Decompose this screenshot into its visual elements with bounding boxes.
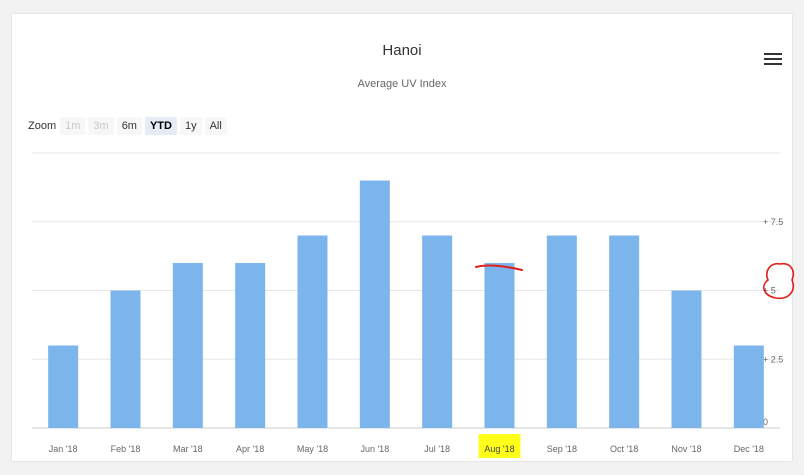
x-tick-label: Feb '18 — [111, 444, 141, 454]
bar — [546, 235, 577, 428]
x-tick-label: Mar '18 — [173, 444, 203, 454]
x-tick-label: Jan '18 — [49, 444, 78, 454]
bar — [359, 180, 390, 428]
bar — [733, 345, 764, 428]
x-tick-label: Jul '18 — [424, 444, 450, 454]
x-tick-label: Aug '18 — [484, 444, 514, 454]
bar — [48, 345, 79, 428]
bar — [609, 235, 640, 428]
bar — [297, 235, 328, 428]
x-tick-label: Oct '18 — [610, 444, 638, 454]
bar — [422, 235, 453, 428]
x-tick-label: Apr '18 — [236, 444, 264, 454]
bar — [671, 290, 702, 428]
x-tick-label: Jun '18 — [360, 444, 389, 454]
x-tick-label: Sep '18 — [547, 444, 577, 454]
bar-chart: 0+ 2.5+ 5+ 7.5Jan '18 Feb '18 Mar '18 Apr '… — [32, 152, 795, 458]
y-tick-label: + 7.5 — [763, 217, 783, 227]
bar — [484, 263, 515, 428]
bar — [235, 263, 266, 428]
x-tick-label: Nov '18 — [671, 444, 701, 454]
y-tick-label: + 2.5 — [763, 354, 783, 364]
bar — [172, 263, 203, 428]
bar — [110, 290, 141, 428]
x-tick-label: May '18 — [297, 444, 328, 454]
x-tick-label: Dec '18 — [734, 444, 764, 454]
